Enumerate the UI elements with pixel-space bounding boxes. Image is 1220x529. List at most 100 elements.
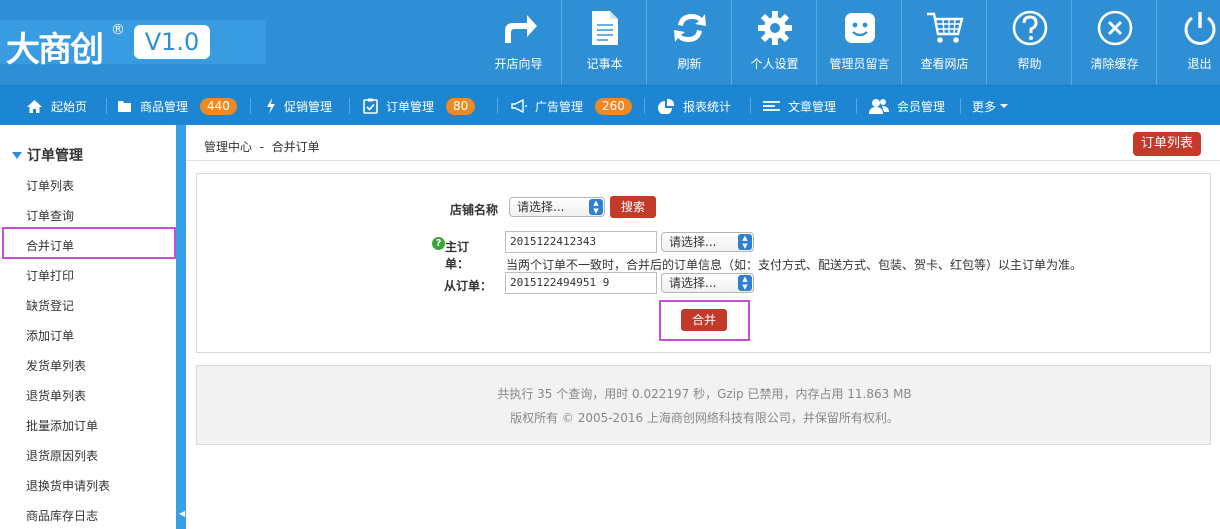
collapse-arrow-icon[interactable]: ◀ bbox=[179, 509, 185, 518]
nav-divider bbox=[644, 98, 645, 114]
orders-count-badge: 80 bbox=[446, 97, 476, 115]
main-order-input[interactable]: 2015122412343 bbox=[505, 231, 657, 253]
nav-orders[interactable]: 订单管理 80 bbox=[363, 86, 476, 126]
nav-articles[interactable]: 文章管理 bbox=[763, 86, 836, 126]
nav-promotion[interactable]: 促销管理 bbox=[266, 86, 332, 126]
sidebar-item-order-query[interactable]: 订单查询 bbox=[26, 207, 74, 224]
sidebar-item-out-of-stock[interactable]: 缺货登记 bbox=[26, 297, 74, 314]
footer-stats: 共执行 35 个查询，用时 0.022197 秒，Gzip 已禁用，内存占用 1… bbox=[497, 387, 912, 401]
caret-down-icon bbox=[1000, 104, 1009, 108]
tool-label: 个人设置 bbox=[750, 57, 799, 71]
nav-label: 文章管理 bbox=[788, 99, 837, 114]
merge-button[interactable]: 合并 bbox=[681, 309, 727, 331]
users-icon bbox=[869, 98, 889, 114]
nav-members[interactable]: 会员管理 bbox=[869, 86, 945, 126]
tool-label: 记事本 bbox=[586, 57, 623, 71]
clipboard-icon bbox=[363, 98, 378, 114]
sidebar-item-merge-order[interactable]: 合并订单 bbox=[26, 237, 74, 254]
nav-label: 广告管理 bbox=[535, 99, 584, 114]
top-header: 大商创 ® V1.0 开店向导 记事本 刷新 个人设置 管理员留言 查看网店 帮… bbox=[0, 0, 1220, 85]
search-button[interactable]: 搜索 bbox=[610, 196, 656, 218]
sidebar-item-order-list[interactable]: 订单列表 bbox=[26, 177, 74, 194]
version-badge: V1.0 bbox=[134, 25, 210, 59]
tool-label: 清除缓存 bbox=[1090, 57, 1139, 71]
nav-divider bbox=[856, 98, 857, 114]
sub-order-label: 从订单： bbox=[443, 279, 492, 293]
tool-label: 开店向导 bbox=[494, 57, 543, 71]
nav-label: 更多 bbox=[972, 99, 997, 114]
list-icon bbox=[763, 100, 780, 112]
tool-label: 刷新 bbox=[677, 57, 702, 71]
cart-icon bbox=[902, 8, 987, 48]
message-face-icon bbox=[817, 8, 902, 48]
nav-label: 商品管理 bbox=[140, 99, 189, 114]
nav-more[interactable]: 更多 bbox=[972, 86, 1009, 126]
notepad-icon bbox=[562, 8, 647, 48]
sub-order-input[interactable]: 2015122494951 9 bbox=[505, 272, 657, 294]
tool-notepad[interactable]: 记事本 bbox=[561, 0, 646, 85]
footer: 共执行 35 个查询，用时 0.022197 秒，Gzip 已禁用，内存占用 1… bbox=[196, 365, 1211, 445]
main-order-label: 主订单： bbox=[445, 240, 470, 271]
order-list-button[interactable]: 订单列表 bbox=[1133, 132, 1201, 156]
select-arrows-icon: ▲ ▼ bbox=[589, 199, 603, 215]
footer-copyright: 版权所有 © 2005-2016 上海商创网络科技有限公司，并保留所有权利。 bbox=[510, 411, 899, 425]
sidebar-item-return-reasons[interactable]: 退货原因列表 bbox=[26, 447, 98, 464]
main-order-select[interactable]: 请选择... ▲ ▼ bbox=[661, 232, 754, 252]
nav-label: 会员管理 bbox=[897, 99, 946, 114]
nav-reports[interactable]: 报表统计 bbox=[657, 86, 731, 126]
folder-icon bbox=[117, 99, 132, 113]
nav-divider bbox=[106, 98, 107, 114]
sidebar-section-title[interactable]: 订单管理 bbox=[12, 145, 83, 165]
header-toolbar: 开店向导 记事本 刷新 个人设置 管理员留言 查看网店 帮助 清除缓存 退出 bbox=[476, 0, 1220, 85]
pie-chart-icon bbox=[657, 98, 675, 114]
merge-hint-text: 当两个订单不一致时，合并后的订单信息（如：支付方式、配送方式、包装、贺卡、红包等… bbox=[506, 258, 1083, 272]
logo[interactable]: 大商创 ® V1.0 bbox=[0, 20, 266, 70]
sidebar-collapse-bar[interactable] bbox=[176, 125, 186, 529]
main-nav: 起始页 商品管理 440 促销管理 订单管理 80 广告管理 260 报表统计 … bbox=[0, 85, 1220, 125]
share-arrow-icon bbox=[476, 8, 561, 48]
tool-help[interactable]: 帮助 bbox=[986, 0, 1071, 85]
sidebar-item-stock-log[interactable]: 商品库存日志 bbox=[26, 507, 98, 524]
nav-divider bbox=[349, 98, 350, 114]
sidebar-section-label: 订单管理 bbox=[27, 148, 83, 164]
help-icon[interactable]: ? bbox=[432, 237, 445, 250]
nav-label: 起始页 bbox=[51, 99, 88, 114]
store-name-label: 店铺名称 bbox=[449, 203, 498, 217]
select-arrows-icon: ▲ ▼ bbox=[738, 234, 752, 250]
help-icon bbox=[987, 8, 1072, 48]
sidebar-item-delivery-list[interactable]: 发货单列表 bbox=[26, 357, 86, 374]
nav-label: 促销管理 bbox=[284, 99, 333, 114]
tool-shop-wizard[interactable]: 开店向导 bbox=[476, 0, 561, 85]
ads-count-badge: 260 bbox=[595, 97, 632, 115]
sidebar-item-return-list[interactable]: 退货单列表 bbox=[26, 387, 86, 404]
tool-refresh[interactable]: 刷新 bbox=[646, 0, 731, 85]
home-icon bbox=[26, 99, 43, 114]
nav-home[interactable]: 起始页 bbox=[26, 86, 87, 126]
nav-divider bbox=[497, 98, 498, 114]
tool-admin-message[interactable]: 管理员留言 bbox=[816, 0, 901, 85]
tool-clear-cache[interactable]: 清除缓存 bbox=[1071, 0, 1156, 85]
nav-ads[interactable]: 广告管理 260 bbox=[511, 86, 632, 126]
refresh-icon bbox=[647, 8, 732, 48]
store-select-value: 请选择... bbox=[517, 200, 565, 214]
header-divider bbox=[186, 160, 1220, 161]
sidebar-item-batch-add-order[interactable]: 批量添加订单 bbox=[26, 417, 98, 434]
store-select[interactable]: 请选择... ▲ ▼ bbox=[509, 197, 605, 217]
sidebar-item-add-order[interactable]: 添加订单 bbox=[26, 327, 74, 344]
select-arrows-icon: ▲ ▼ bbox=[738, 275, 752, 291]
tool-label: 退出 bbox=[1187, 57, 1212, 71]
sidebar-item-exchange-requests[interactable]: 退换货申请列表 bbox=[26, 477, 110, 494]
sidebar-item-order-print[interactable]: 订单打印 bbox=[26, 267, 74, 284]
tool-label: 帮助 bbox=[1017, 57, 1042, 71]
megaphone-icon bbox=[511, 99, 527, 113]
nav-label: 报表统计 bbox=[683, 99, 732, 114]
goods-count-badge: 440 bbox=[200, 97, 237, 115]
nav-goods[interactable]: 商品管理 440 bbox=[117, 86, 237, 126]
tool-view-store[interactable]: 查看网店 bbox=[901, 0, 986, 85]
breadcrumb: 管理中心 - 合并订单 bbox=[204, 140, 320, 154]
logo-text: 大商创 bbox=[6, 30, 104, 70]
tool-logout[interactable]: 退出 bbox=[1156, 0, 1220, 85]
gear-icon bbox=[732, 8, 817, 48]
tool-personal-settings[interactable]: 个人设置 bbox=[731, 0, 816, 85]
sub-order-select[interactable]: 请选择... ▲ ▼ bbox=[661, 273, 754, 293]
